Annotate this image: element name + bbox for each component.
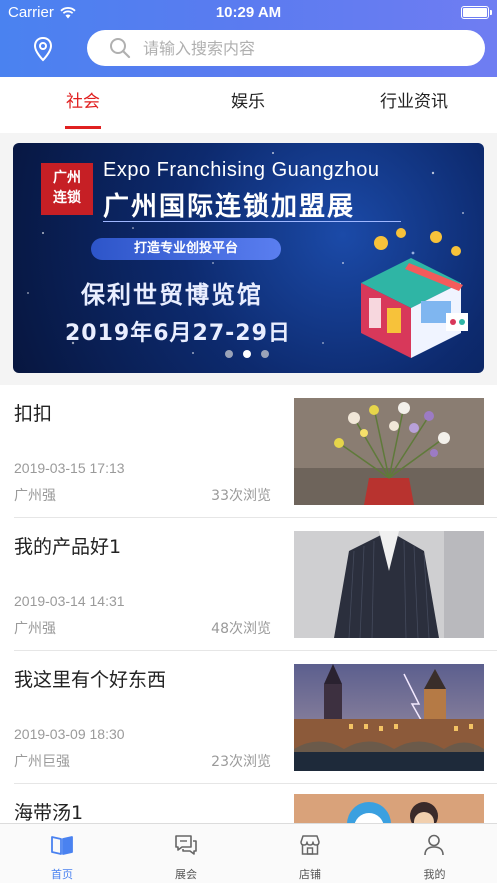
expo-logo: 广州 连锁 xyxy=(41,163,93,215)
news-item[interactable]: 我这里有个好东西 2019-03-09 18:30 广州巨强 23次浏览 xyxy=(0,651,497,784)
news-author: 广州巨强 xyxy=(14,754,70,770)
top-header: Carrier 10:29 AM xyxy=(0,0,497,77)
banner-date: 2019年6月27-29日 xyxy=(65,321,291,346)
active-tab-indicator xyxy=(65,126,101,129)
tabbar-profile-label: 我的 xyxy=(423,868,446,881)
tabbar-store[interactable]: 店铺 xyxy=(248,824,372,883)
news-views: 23次浏览 xyxy=(211,754,271,770)
news-date: 2019-03-09 18:30 xyxy=(14,726,125,742)
banner-tagline: 打造专业创投平台 xyxy=(91,238,281,260)
carousel-dot[interactable] xyxy=(261,350,269,358)
news-thumbnail-flowers xyxy=(294,398,484,505)
tabbar-expo[interactable]: 展会 xyxy=(124,824,248,883)
banner-venue: 保利世贸博览馆 xyxy=(81,281,263,309)
news-views: 48次浏览 xyxy=(211,621,271,637)
chat-bubbles-icon xyxy=(175,835,197,855)
tab-entertainment[interactable]: 娱乐 xyxy=(208,77,288,133)
news-author: 广州强 xyxy=(14,488,56,504)
news-thumbnail-city xyxy=(294,664,484,771)
news-item[interactable]: 扣扣 2019-03-15 17:13 广州强 33次浏览 xyxy=(0,385,497,518)
banner-english-title: Expo Franchising Guangzhou xyxy=(103,159,380,181)
news-item[interactable]: 我的产品好1 2019-03-14 14:31 广州强 48次浏览 xyxy=(0,518,497,651)
tab-society[interactable]: 社会 xyxy=(43,77,123,133)
tabbar-home[interactable]: 首页 xyxy=(0,824,124,883)
tabbar-expo-label: 展会 xyxy=(175,868,197,881)
news-date: 2019-03-14 14:31 xyxy=(14,593,125,609)
carousel-indicator xyxy=(225,350,269,358)
search-bar[interactable] xyxy=(87,30,485,66)
clock: 10:29 AM xyxy=(215,4,282,21)
tabbar-profile[interactable]: 我的 xyxy=(372,824,497,883)
battery-icon xyxy=(461,6,492,19)
news-title: 海带汤1 xyxy=(14,802,84,824)
person-icon xyxy=(424,834,444,856)
news-date: 2019-03-15 17:13 xyxy=(14,460,125,476)
store-icon xyxy=(300,835,320,855)
search-input[interactable] xyxy=(143,37,463,59)
tabbar-store-label: 店铺 xyxy=(299,868,321,881)
tab-industry-news[interactable]: 行业资讯 xyxy=(364,77,464,133)
news-thumbnail-cartoon xyxy=(294,794,484,824)
banner-chinese-title: 广州国际连锁加盟展 xyxy=(103,192,356,222)
news-title: 我的产品好1 xyxy=(14,536,122,558)
news-views: 33次浏览 xyxy=(211,488,271,504)
news-item[interactable]: 海带汤1 xyxy=(0,784,497,824)
carousel-dot[interactable] xyxy=(225,350,233,358)
news-author: 广州强 xyxy=(14,621,56,637)
bottom-tab-bar: 首页 展会 店铺 我的 xyxy=(0,823,497,883)
search-icon xyxy=(110,38,131,59)
book-icon xyxy=(51,836,73,855)
tabbar-home-label: 首页 xyxy=(51,868,73,881)
store-illustration xyxy=(361,228,468,358)
carousel-dot-active[interactable] xyxy=(243,350,251,358)
news-thumbnail-suit xyxy=(294,531,484,638)
news-title: 我这里有个好东西 xyxy=(14,669,167,691)
status-bar: Carrier 10:29 AM xyxy=(0,0,497,26)
promo-banner[interactable]: 广州 连锁 Expo Franchising Guangzhou 广州国际连锁加… xyxy=(13,143,484,373)
banner-divider xyxy=(103,221,401,222)
category-tabs: 社会 娱乐 行业资讯 xyxy=(0,77,497,133)
location-pin-icon[interactable] xyxy=(30,36,56,62)
news-title: 扣扣 xyxy=(14,403,53,425)
